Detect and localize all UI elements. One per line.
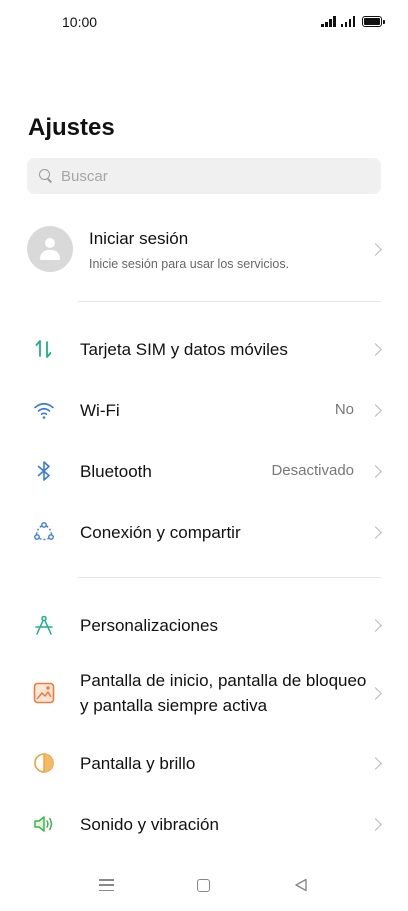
chevron-right-icon [369,526,382,539]
settings-item-wifi[interactable]: Wi-Fi No [0,386,408,434]
chevron-right-icon [369,404,382,417]
account-sign-in[interactable]: Iniciar sesión Inicie sesión para usar l… [0,218,408,280]
battery-icon [362,16,385,27]
settings-item-sound-vibration[interactable]: Sonido y vibración [0,800,408,848]
page-title: Ajustes [28,114,115,141]
chevron-right-icon [369,757,382,770]
settings-item-value: No [334,401,354,418]
settings-item-label: Pantalla y brillo [80,754,196,773]
home-icon[interactable] [197,879,210,892]
settings-item-label: Tarjeta SIM y datos móviles [80,340,288,359]
divider [78,577,381,578]
search-bar[interactable] [27,158,381,194]
connection-share-icon [32,520,56,544]
chevron-right-icon [369,243,382,256]
status-icons [321,16,385,27]
chevron-right-icon [369,343,382,356]
settings-item-label: Personalizaciones [80,616,218,635]
menu-icon[interactable] [99,879,114,891]
account-subtitle: Inicie sesión para usar los servicios. [89,257,290,271]
settings-item-label: Bluetooth [80,462,152,481]
status-bar: 10:00 [0,0,408,44]
navigation-bar [0,866,408,906]
settings-item-bluetooth[interactable]: Bluetooth Desactivado [0,447,408,495]
settings-item-label: Wi-Fi [80,401,120,420]
settings-item-value: Desactivado [271,462,354,479]
settings-item-label: Pantalla de inicio, pantalla de bloqueo … [80,671,367,715]
personalization-icon [32,613,56,637]
chevron-right-icon [369,818,382,831]
settings-item-personalization[interactable]: Personalizaciones [0,601,408,649]
display-brightness-icon [32,751,56,775]
sim-data-icon [32,337,56,361]
account-title: Iniciar sesión [89,229,189,248]
chevron-right-icon [369,687,382,700]
bluetooth-icon [32,459,56,483]
settings-item-label: Conexión y compartir [80,523,241,542]
status-time: 10:00 [62,14,98,30]
wifi-icon [32,398,56,422]
search-input[interactable] [61,167,361,185]
chevron-right-icon [369,619,382,632]
settings-item-sim[interactable]: Tarjeta SIM y datos móviles [0,325,408,373]
settings-item-connection-sharing[interactable]: Conexión y compartir [0,508,408,556]
settings-item-display-brightness[interactable]: Pantalla y brillo [0,739,408,787]
avatar [27,226,73,272]
settings-item-home-lock-screen[interactable]: Pantalla de inicio, pantalla de bloqueo … [0,665,408,721]
chevron-right-icon [369,465,382,478]
divider [78,301,381,302]
home-lock-screen-icon [32,681,56,705]
signal-icon-2 [340,16,355,27]
settings-item-label: Sonido y vibración [80,815,219,834]
signal-icon [321,16,336,27]
back-icon[interactable] [294,878,308,892]
search-icon [39,169,53,183]
sound-vibration-icon [32,812,56,836]
